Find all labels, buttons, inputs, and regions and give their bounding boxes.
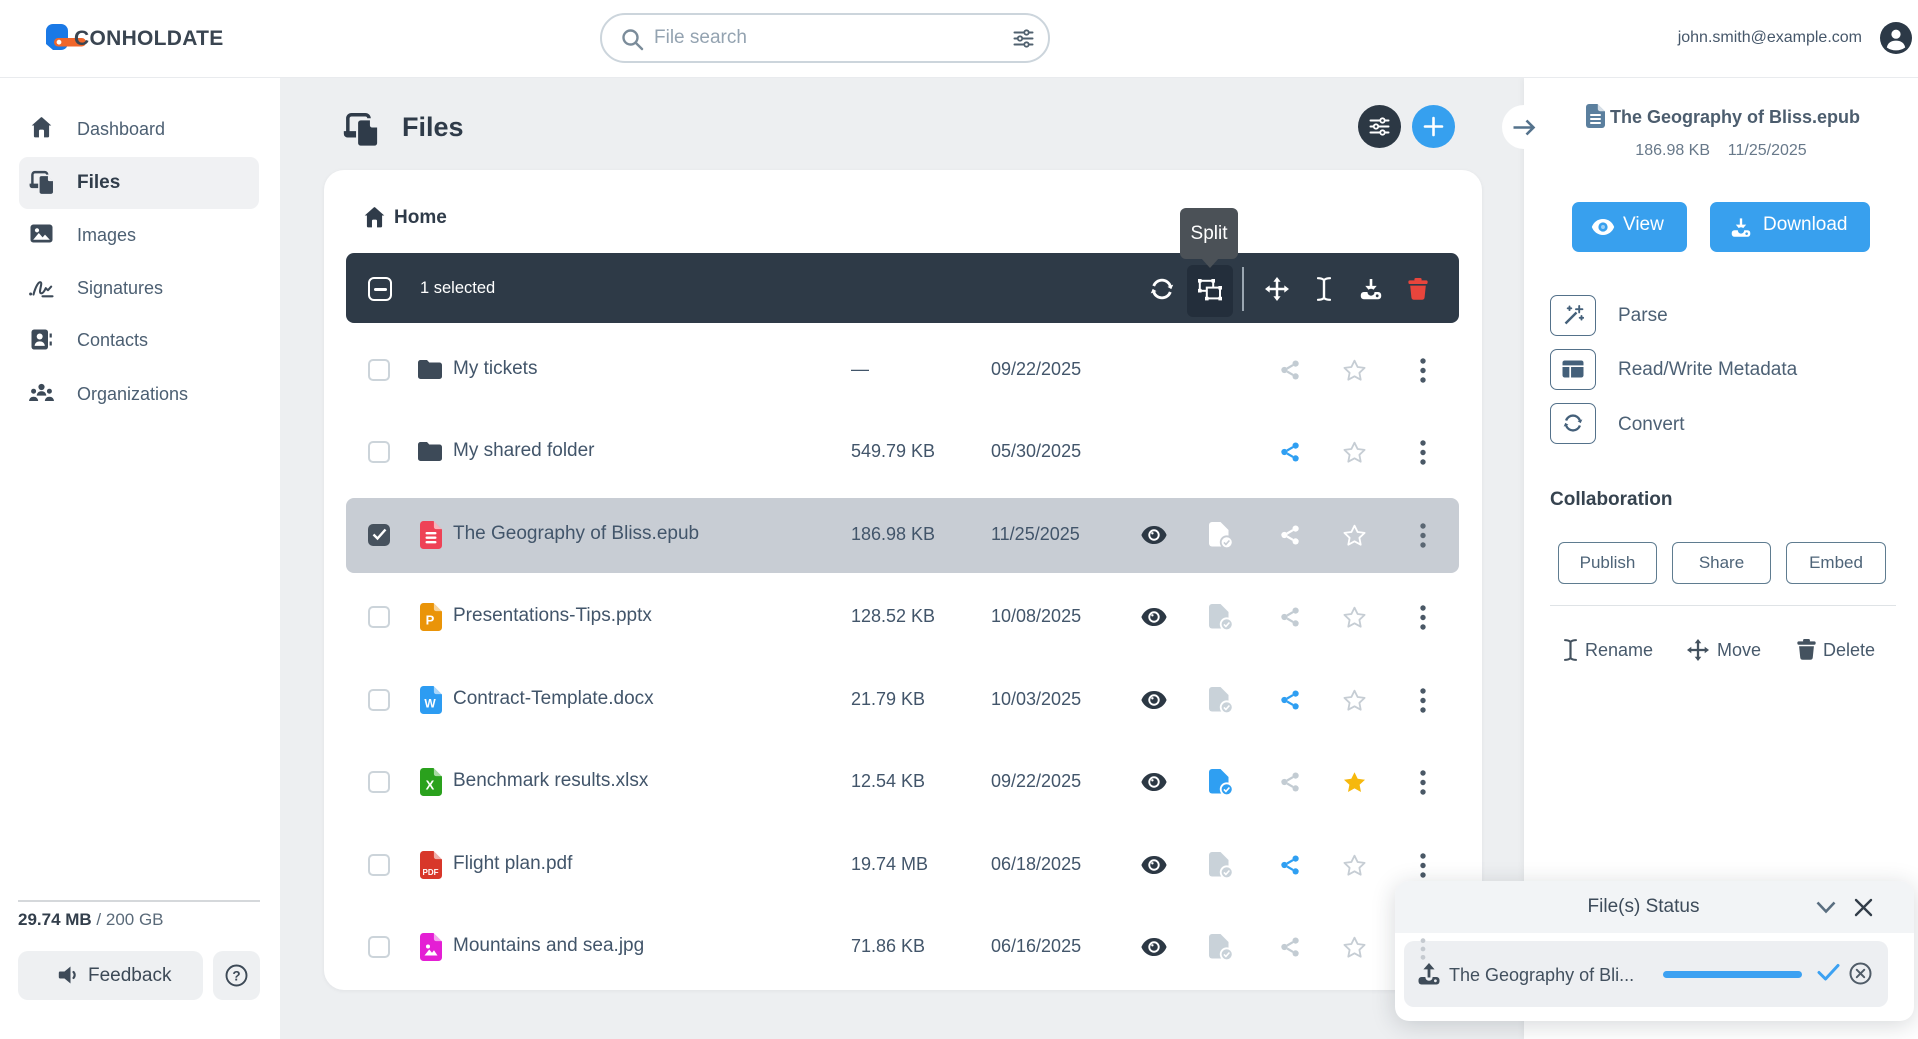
svg-text:X: X [426, 778, 435, 793]
svg-text:PDF: PDF [423, 868, 439, 877]
svg-text:?: ? [232, 968, 240, 983]
svg-text:P: P [426, 613, 435, 628]
svg-text:W: W [424, 697, 436, 711]
